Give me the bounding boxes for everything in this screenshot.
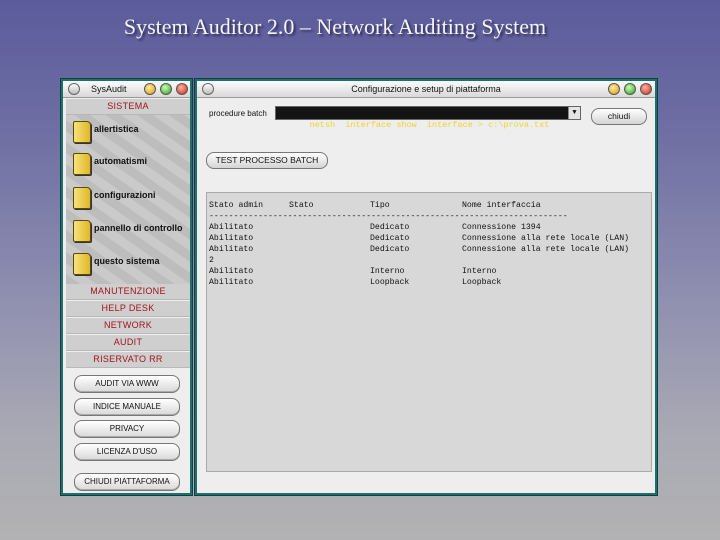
folder-label: automatismi [94,156,148,166]
folder-item-pannello[interactable]: pannello di controllo [70,218,194,242]
table-row: Abilitato Dedicato Connessione alla rete… [207,245,647,255]
test-batch-button[interactable]: TEST PROCESSO BATCH [206,152,328,169]
table-row: 2 [207,256,647,266]
folder-icon [73,153,91,175]
cell-nome: Connessione alla rete locale (LAN) [462,245,630,254]
folder-item-allertistica[interactable]: allertistica [70,119,194,143]
cell-tipo: Dedicato [370,234,410,243]
minimize-icon[interactable] [608,83,620,95]
indice-manuale-button[interactable]: INDICE MANUALE [74,398,180,416]
config-pane: procedure batch netsh interface show int… [197,98,655,493]
cell-stato-admin: 2 [209,256,214,265]
slide-title: System Auditor 2.0 – Network Auditing Sy… [123,14,547,39]
zoom-icon[interactable] [160,83,172,95]
cell-tipo: Dedicato [370,223,410,232]
table-row: Abilitato Dedicato Connessione alla rete… [207,234,647,244]
procedure-label: procedure batch [209,109,267,118]
cell-stato-admin: Abilitato [209,223,254,232]
licenza-button[interactable]: LICENZA D'USO [74,443,180,461]
section-network[interactable]: NETWORK [66,318,190,334]
folder-label: configurazioni [94,190,156,200]
batch-output: Stato admin Stato Tipo Nome interfaccia … [206,192,652,472]
sysaudit-title: SysAudit [91,84,127,94]
chevron-down-icon[interactable]: ▼ [568,107,580,119]
window-close-icon[interactable] [68,83,80,95]
folder-icon [73,187,91,209]
folder-icon [73,220,91,242]
folder-item-automatismi[interactable]: automatismi [70,151,194,175]
header-stato-admin: Stato admin [209,201,264,210]
folder-label: pannello di controllo [94,223,183,233]
batch-command-value: netsh interface show interface > c:\prov… [309,120,550,130]
cell-nome: Connessione 1394 [462,223,541,232]
section-sistema[interactable]: SISTEMA [66,99,190,115]
close-icon[interactable] [176,83,188,95]
folder-list: allertistica automatismi configurazioni … [66,115,190,285]
folder-icon [73,121,91,143]
table-row: Abilitato Loopback Loopback [207,278,647,288]
cell-stato-admin: Abilitato [209,267,254,276]
folder-label: questo sistema [94,256,160,266]
audit-web-button[interactable]: AUDIT VIA WWW [74,375,180,393]
cell-stato-admin: Abilitato [209,278,254,287]
table-row: Abilitato Interno Interno [207,267,647,277]
window-close-icon[interactable] [202,83,214,95]
sysaudit-window: SysAudit SISTEMA allertistica automatism… [60,78,193,496]
config-title: Configurazione e setup di piattaforma [351,84,501,94]
folder-item-configurazioni[interactable]: configurazioni [70,185,194,209]
cell-nome: Interno [462,267,497,276]
header-nome: Nome interfaccia [462,201,541,210]
chiudi-button[interactable]: chiudi [591,108,647,125]
section-help-desk[interactable]: HELP DESK [66,301,190,317]
header-stato: Stato [289,201,314,210]
cell-stato-admin: Abilitato [209,234,254,243]
cell-stato-admin: Abilitato [209,245,254,254]
output-separator: ----------------------------------------… [209,212,568,221]
section-riservato[interactable]: RISERVATO RR [66,352,190,368]
cell-tipo: Interno [370,267,405,276]
cell-nome: Connessione alla rete locale (LAN) [462,234,630,243]
folder-icon [73,253,91,275]
chiudi-piattaforma-button[interactable]: CHIUDI PIATTAFORMA [74,473,180,491]
table-row: Abilitato Dedicato Connessione 1394 [207,223,647,233]
zoom-icon[interactable] [624,83,636,95]
folder-item-questo-sistema[interactable]: questo sistema [70,251,194,275]
privacy-button[interactable]: PRIVACY [74,420,180,438]
folder-label: allertistica [94,124,139,134]
config-titlebar[interactable]: Configurazione e setup di piattaforma [197,81,655,98]
section-manutenzione[interactable]: MANUTENZIONE [66,284,190,300]
cell-tipo: Dedicato [370,245,410,254]
cell-tipo: Loopback [370,278,410,287]
config-window: Configurazione e setup di piattaforma pr… [194,78,658,496]
sysaudit-titlebar[interactable]: SysAudit [63,81,190,98]
close-icon[interactable] [640,83,652,95]
minimize-icon[interactable] [144,83,156,95]
header-tipo: Tipo [370,201,390,210]
output-header: Stato admin Stato Tipo Nome interfaccia [207,201,647,211]
sidebar-pane: SISTEMA allertistica automatismi configu… [63,98,190,493]
batch-command-select[interactable]: netsh interface show interface > c:\prov… [275,106,581,130]
cell-nome: Loopback [462,278,502,287]
section-audit[interactable]: AUDIT [66,335,190,351]
